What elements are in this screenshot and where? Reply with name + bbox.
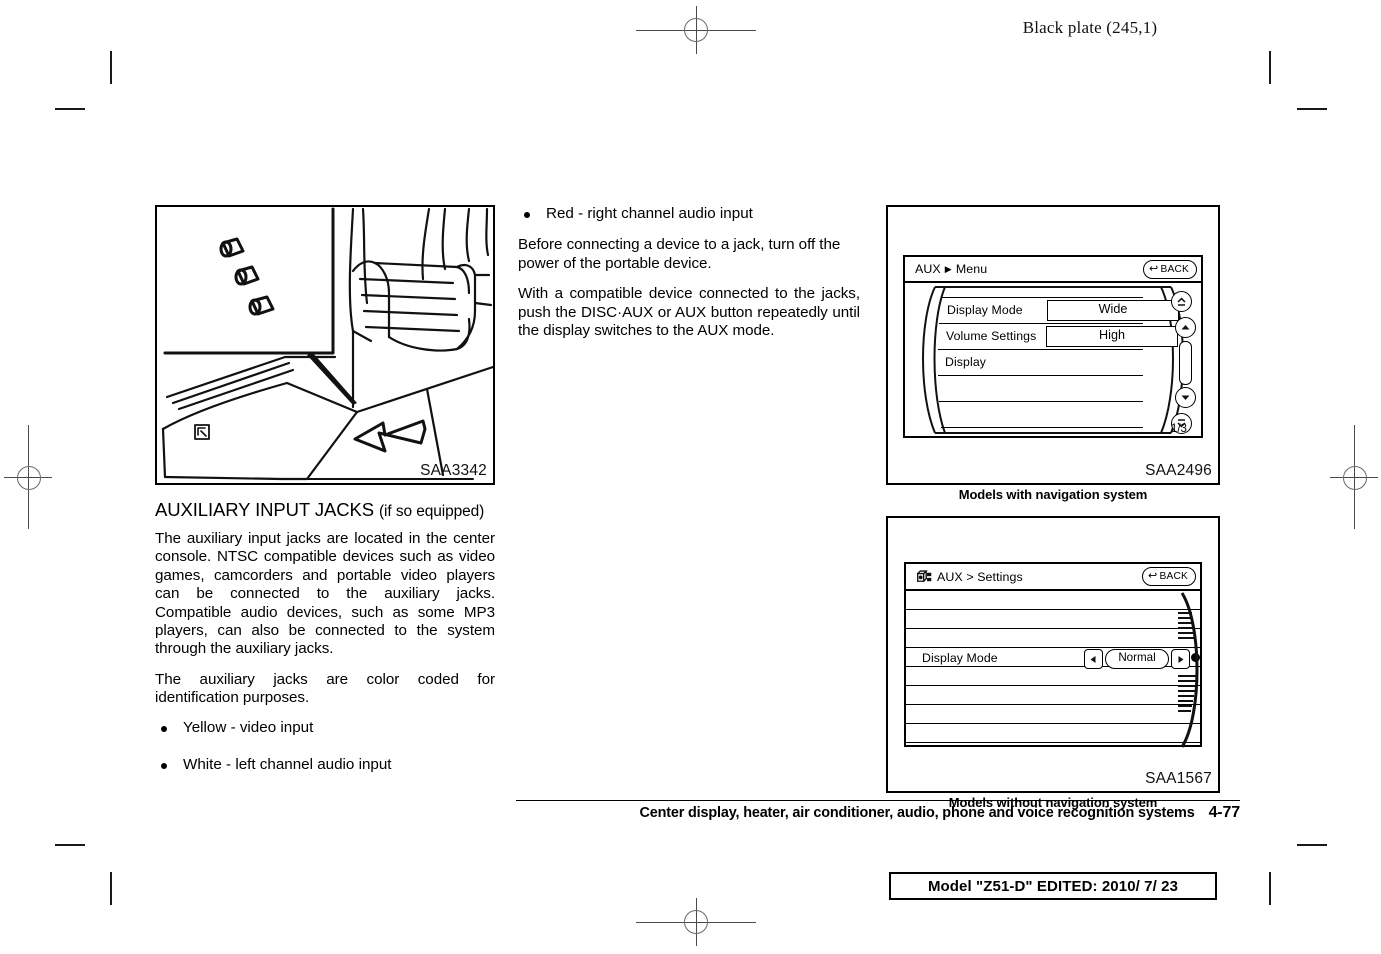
back-arrow-icon: ↩ <box>1149 262 1159 275</box>
menu-row-display-mode-value[interactable]: Wide <box>1047 300 1179 321</box>
footer-divider <box>516 800 1240 801</box>
row-divider <box>941 297 1143 298</box>
chevron-right-icon: ▶ <box>944 263 952 274</box>
figure-code-saa3342: SAA3342 <box>420 462 487 479</box>
display-mode-value[interactable]: Normal <box>1105 649 1169 669</box>
row-divider <box>906 704 1200 705</box>
row-divider <box>906 685 1200 686</box>
scroll-down-button[interactable] <box>1175 387 1196 408</box>
paragraph-auxiliary-jacks-location: The auxiliary input jacks are located in… <box>155 529 495 658</box>
breadcrumb-current: Menu <box>955 262 988 276</box>
settings-rows: Display Mode Normal <box>906 591 1200 748</box>
menu-row-volume-settings-label[interactable]: Volume Settings <box>946 329 1036 343</box>
row-divider <box>906 742 1200 743</box>
aux-source-icon <box>917 569 932 582</box>
row-divider <box>906 647 1200 648</box>
section-title-main: AUXILIARY INPUT JACKS <box>155 499 374 520</box>
middle-column: Red - right channel audio input Before c… <box>518 205 860 352</box>
footer: Center display, heater, air conditioner,… <box>516 804 1241 822</box>
figure-code-saa1567: SAA1567 <box>1145 770 1212 787</box>
back-button-label: BACK <box>1160 263 1189 275</box>
middle-bullet-list: Red - right channel audio input <box>518 205 860 223</box>
figure-caption-models-with-nav: Models with navigation system <box>958 487 1148 502</box>
breadcrumb-root: AUX <box>915 262 941 276</box>
nav-screen-figure: AUX ▶ Menu ↩ BACK Display Mode Wide Volu… <box>886 205 1220 485</box>
paragraph-turn-off-power: Before connecting a device to a jack, tu… <box>518 236 841 272</box>
nav-display: AUX ▶ Menu ↩ BACK Display Mode Wide Volu… <box>903 255 1203 438</box>
row-divider <box>939 401 1143 402</box>
manual-page: SAA3342 AUXILIARY INPUT JACKS (if so equ… <box>0 0 1381 954</box>
row-divider <box>906 609 1200 610</box>
row-divider <box>939 323 1143 324</box>
nav-menu-rows: Display Mode Wide Volume Settings High D… <box>905 283 1201 436</box>
left-column: SAA3342 AUXILIARY INPUT JACKS (if so equ… <box>155 205 495 792</box>
model-stamp-text: Model "Z51-D" EDITED: 2010/ 7/ 23 <box>927 877 1179 895</box>
figure-code-saa2496: SAA2496 <box>1145 462 1212 479</box>
menu-row-display-label[interactable]: Display <box>945 355 986 369</box>
back-button-label: BACK <box>1159 571 1188 582</box>
scroll-position-indicator <box>1191 653 1200 662</box>
row-divider <box>906 723 1200 724</box>
right-column: AUX ▶ Menu ↩ BACK Display Mode Wide Volu… <box>886 205 1220 810</box>
no-nav-display-header: AUX > Settings ↩ BACK <box>906 564 1200 591</box>
page-indicator: 1/3 <box>1170 422 1187 435</box>
row-divider <box>938 349 1143 350</box>
left-bullet-list: Yellow - video input White - left channe… <box>155 719 495 774</box>
aux-settings-breadcrumb: AUX > Settings <box>916 570 1023 584</box>
aux-settings-title: AUX > Settings <box>937 569 1023 584</box>
console-illustration-figure: SAA3342 <box>155 205 495 485</box>
row-divider <box>938 375 1143 376</box>
paragraph-push-disc-aux: With a compatible device connected to th… <box>518 285 860 339</box>
menu-row-volume-settings-value[interactable]: High <box>1046 326 1178 347</box>
chevron-up-icon <box>1181 325 1190 330</box>
decrement-display-mode-button[interactable] <box>1084 649 1103 669</box>
paragraph-color-coded: The auxiliary jacks are color coded for … <box>155 670 495 707</box>
no-nav-display: AUX > Settings ↩ BACK Display Mode Norma… <box>904 562 1202 748</box>
settings-display-mode-label[interactable]: Display Mode <box>922 651 998 665</box>
back-button[interactable]: ↩ BACK <box>1143 259 1197 279</box>
back-arrow-icon: ↩ <box>1148 570 1158 582</box>
nav-display-header: AUX ▶ Menu ↩ BACK <box>905 257 1201 283</box>
menu-row-display-mode-label[interactable]: Display Mode <box>947 303 1023 317</box>
footer-page-number: 4-77 <box>1208 804 1241 821</box>
back-button[interactable]: ↩ BACK <box>1142 567 1196 586</box>
center-console-drawing <box>161 207 495 481</box>
list-item: White - left channel audio input <box>155 756 495 774</box>
nav-breadcrumb: AUX ▶ Menu <box>915 262 987 276</box>
model-stamp-box: Model "Z51-D" EDITED: 2010/ 7/ 23 <box>889 872 1217 900</box>
arrow-right-icon <box>1178 655 1184 663</box>
list-item: Red - right channel audio input <box>518 205 860 223</box>
section-title-suffix: (if so equipped) <box>379 503 485 520</box>
no-nav-screen-figure: AUX > Settings ↩ BACK Display Mode Norma… <box>886 516 1220 793</box>
page-title: AUXILIARY INPUT JACKS (if so equipped) <box>155 499 495 521</box>
scroll-up-button[interactable] <box>1175 317 1196 338</box>
double-chevron-up-icon <box>1177 297 1186 306</box>
scroll-top-button[interactable] <box>1171 291 1192 312</box>
footer-chapter-title: Center display, heater, air conditioner,… <box>639 805 1195 821</box>
arrow-left-icon <box>1090 655 1096 663</box>
list-item: Yellow - video input <box>155 719 495 737</box>
row-divider <box>941 427 1143 428</box>
chevron-down-icon <box>1181 395 1190 400</box>
curved-scrollbar <box>1178 592 1199 748</box>
scrollbar-thumb[interactable] <box>1179 341 1192 385</box>
row-divider <box>906 628 1200 629</box>
increment-display-mode-button[interactable] <box>1171 649 1190 669</box>
